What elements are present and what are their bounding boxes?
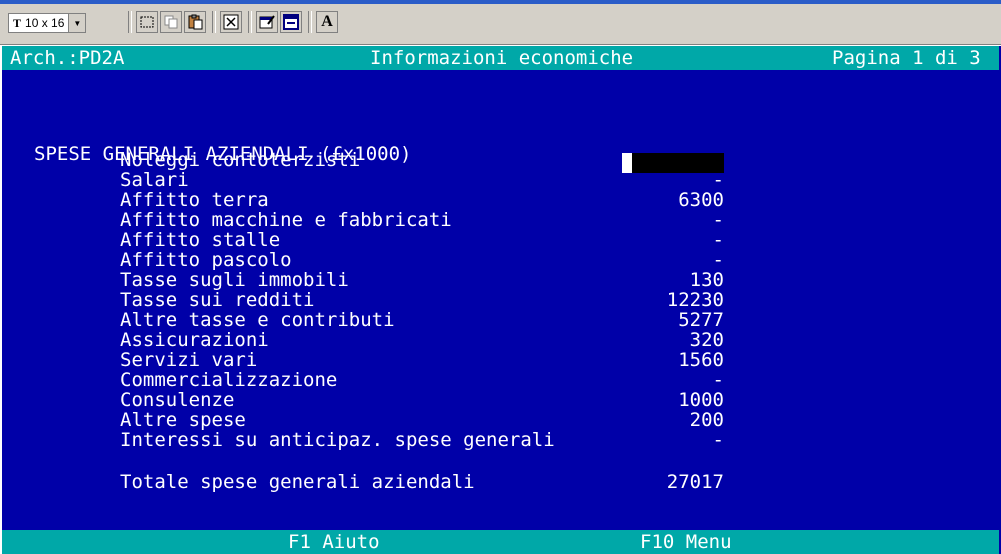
item-value-altre-tasse[interactable]: 5277 — [602, 310, 724, 330]
item-value-consulenze[interactable]: 1000 — [602, 390, 724, 410]
item-label-servizi-vari: Servizi vari — [120, 349, 258, 371]
fullscreen-icon[interactable] — [220, 11, 242, 33]
toolbar-separator — [212, 11, 216, 33]
background-icon[interactable] — [280, 11, 302, 33]
toolbar: T 10 x 16 ▼ A — [0, 0, 1001, 45]
window-frame-edge — [0, 0, 1001, 4]
item-label-tasse-immobili: Tasse sugli immobili — [120, 269, 349, 291]
page-indicator: Pagina 1 di 3 — [832, 47, 981, 69]
copy-icon[interactable] — [160, 11, 182, 33]
font-size-value: 10 x 16 — [25, 16, 65, 30]
item-value-affitto-pascolo[interactable]: - — [602, 250, 724, 270]
chevron-down-icon[interactable]: ▼ — [69, 13, 87, 33]
help-key-hint[interactable]: F1 Aiuto — [288, 530, 380, 554]
font-size-box[interactable]: T 10 x 16 — [8, 13, 70, 33]
item-label-noleggi: Noleggi contoterzisti — [120, 149, 361, 171]
item-label-commercializzazione: Commercializzazione — [120, 369, 338, 391]
item-value-salari[interactable]: - — [602, 170, 724, 190]
total-label: Totale spese generali aziendali — [120, 471, 475, 493]
item-value-affitto-macchine[interactable]: - — [602, 210, 724, 230]
select-icon[interactable] — [136, 11, 158, 33]
item-label-affitto-pascolo: Affitto pascolo — [120, 249, 292, 271]
item-value-altre-spese[interactable]: 200 — [602, 410, 724, 430]
item-label-altre-tasse: Altre tasse e contributi — [120, 309, 395, 331]
item-label-affitto-stalle: Affitto stalle — [120, 229, 281, 251]
item-value-tasse-immobili[interactable]: 130 — [602, 270, 724, 290]
item-label-tasse-redditi: Tasse sui redditi — [120, 289, 315, 311]
item-label-affitto-macchine: Affitto macchine e fabbricati — [120, 209, 452, 231]
item-label-consulenze: Consulenze — [120, 389, 235, 411]
item-label-salari: Salari — [120, 169, 189, 191]
truetype-icon: T — [13, 15, 22, 30]
properties-icon[interactable] — [256, 11, 278, 33]
item-value-commercializzazione[interactable]: - — [602, 370, 724, 390]
terminal-screen: Arch.:PD2A Informazioni economiche Pagin… — [2, 46, 1001, 554]
status-bar: F1 Aiuto F10 Menu — [2, 530, 999, 554]
total-value: 27017 — [666, 471, 724, 493]
menu-key-hint[interactable]: F10 Menu — [640, 530, 732, 554]
header-bar: Arch.:PD2A Informazioni economiche Pagin… — [2, 46, 999, 70]
item-value-affitto-terra[interactable]: 6300 — [602, 190, 724, 210]
item-label-altre-spese: Altre spese — [120, 409, 246, 431]
paste-icon[interactable] — [184, 11, 206, 33]
archive-label: Arch.:PD2A — [10, 47, 125, 69]
page-title: Informazioni economiche — [370, 47, 634, 69]
item-label-interessi: Interessi su anticipaz. spese generali — [120, 429, 555, 451]
toolbar-separator — [128, 11, 132, 33]
item-value-tasse-redditi[interactable]: 12230 — [602, 290, 724, 310]
item-value-assicurazioni[interactable]: 320 — [602, 330, 724, 350]
toolbar-separator — [308, 11, 312, 33]
item-value-affitto-stalle[interactable]: - — [602, 230, 724, 250]
item-value-servizi-vari[interactable]: 1560 — [602, 350, 724, 370]
font-size-selector[interactable]: T 10 x 16 ▼ — [8, 12, 87, 34]
item-label-affitto-terra: Affitto terra — [120, 189, 269, 211]
dos-window: T 10 x 16 ▼ A Arch.:PD2A Informazioni ec… — [0, 0, 1001, 554]
toolbar-separator — [248, 11, 252, 33]
font-icon[interactable]: A — [316, 11, 338, 33]
item-label-assicurazioni: Assicurazioni — [120, 329, 269, 351]
item-value-interessi[interactable]: - — [602, 430, 724, 450]
